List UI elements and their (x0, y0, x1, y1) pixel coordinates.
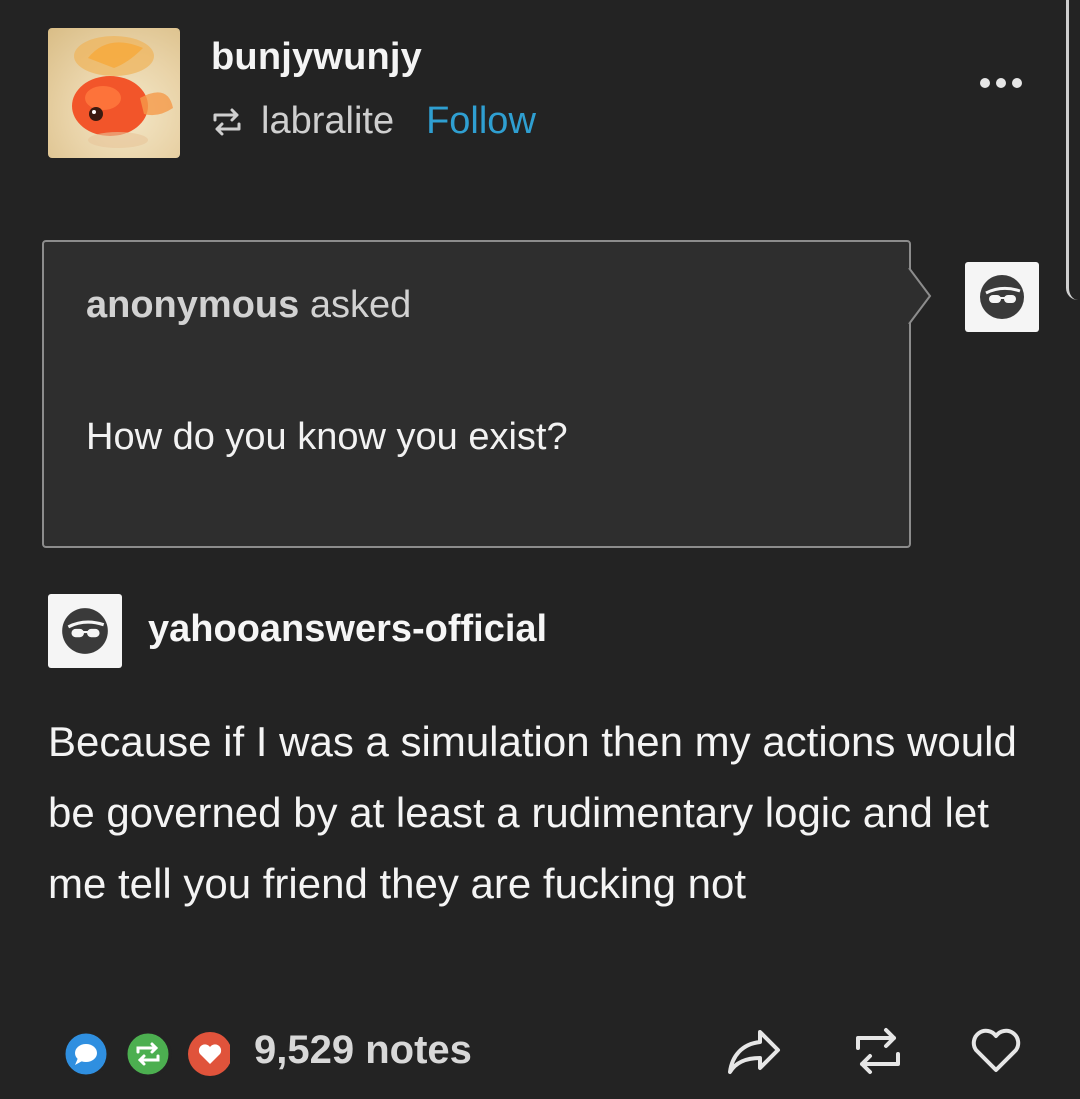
reblog-source[interactable]: labralite (261, 100, 394, 143)
reblog-icon[interactable] (850, 1026, 906, 1076)
sunglasses-avatar-icon (62, 608, 108, 654)
more-icon[interactable] (980, 78, 1022, 88)
answerer-avatar-side[interactable] (965, 262, 1039, 332)
reblog-attribution: labralite Follow (209, 100, 536, 143)
answerer-avatar[interactable] (48, 594, 122, 668)
reblog-icon (213, 108, 241, 135)
scrollbar[interactable] (1066, 0, 1080, 300)
share-icon[interactable] (726, 1026, 782, 1076)
asker-name: anonymous (86, 284, 300, 326)
author-username[interactable]: bunjywunjy (211, 36, 422, 79)
notes-bubbles-icon[interactable] (60, 1030, 230, 1078)
answer-text: Because if I was a simulation then my ac… (48, 718, 1017, 907)
author-avatar[interactable] (48, 28, 180, 158)
sunglasses-avatar-icon (980, 275, 1024, 319)
asked-label: asked (309, 284, 412, 326)
ask-question: How do you know you exist? (86, 416, 568, 458)
tumblr-post: bunjywunjy labralite Follow anonymous as… (0, 0, 1080, 1099)
ask-pointer (900, 268, 932, 325)
answerer-name[interactable]: yahooanswers-official (148, 608, 547, 651)
heart-icon[interactable] (968, 1026, 1024, 1076)
goldfish-icon (72, 36, 173, 148)
asker-line: anonymous asked (86, 284, 411, 327)
notes-count[interactable]: 9,529 notes (254, 1028, 472, 1073)
follow-button[interactable]: Follow (426, 100, 536, 143)
